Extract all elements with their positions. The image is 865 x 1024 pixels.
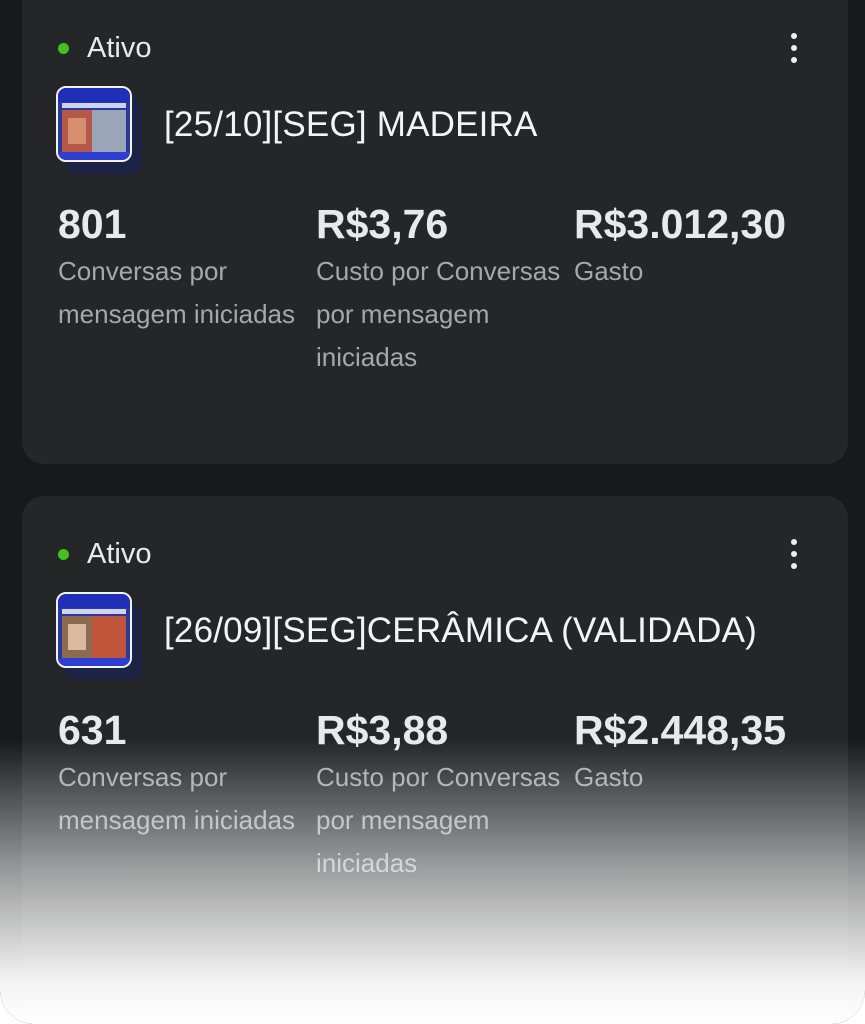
metric-value: 631 (58, 707, 127, 753)
metric-value: R$3,76 (316, 201, 449, 247)
metric-label: Gasto (574, 762, 644, 792)
metric-label: Custo por Conversas por mensagem iniciad… (316, 256, 561, 372)
status-dot-icon (58, 549, 69, 560)
campaign-header[interactable]: [25/10][SEG] MADEIRA (56, 86, 538, 174)
campaign-title: [25/10][SEG] MADEIRA (164, 105, 538, 144)
campaign-list-screen: Ativo [25/10][SEG] MADEIRA 801 Conversas… (0, 0, 865, 1024)
metric-value: 801 (58, 201, 127, 247)
metric-value: R$2.448,35 (574, 707, 787, 753)
status-dot-icon (58, 43, 69, 54)
metric-amount-spent: R$2.448,35 Gasto (574, 702, 832, 885)
metric-value: R$3.012,30 (574, 201, 787, 247)
metric-amount-spent: R$3.012,30 Gasto (574, 196, 832, 379)
metric-results: 631 Conversas por mensagem iniciadas (58, 702, 316, 885)
status-label: Ativo (87, 32, 152, 64)
metric-label: Custo por Conversas por mensagem iniciad… (316, 762, 561, 878)
campaign-card[interactable]: Ativo [25/10][SEG] MADEIRA 801 Conversas… (22, 0, 848, 464)
more-options-icon[interactable] (782, 28, 806, 68)
metric-cost-per-result: R$3,76 Custo por Conversas por mensagem … (316, 196, 574, 379)
campaign-card[interactable]: Ativo [26/09][SEG]CERÂMICA (VALIDADA) 63… (22, 496, 848, 1024)
metrics-row: 801 Conversas por mensagem iniciadas R$3… (58, 196, 838, 379)
status-indicator: Ativo (58, 32, 151, 65)
ad-thumbnail-icon (56, 592, 142, 680)
status-label: Ativo (87, 538, 152, 570)
metric-label: Gasto (574, 256, 644, 286)
campaign-title: [26/09][SEG]CERÂMICA (VALIDADA) (164, 611, 757, 650)
status-indicator: Ativo (58, 538, 151, 571)
campaign-header[interactable]: [26/09][SEG]CERÂMICA (VALIDADA) (56, 592, 757, 680)
metric-value: R$3,88 (316, 707, 449, 753)
metrics-row: 631 Conversas por mensagem iniciadas R$3… (58, 702, 838, 885)
more-options-icon[interactable] (782, 534, 806, 574)
metric-cost-per-result: R$3,88 Custo por Conversas por mensagem … (316, 702, 574, 885)
metric-label: Conversas por mensagem iniciadas (58, 762, 296, 835)
ad-thumbnail-icon (56, 86, 142, 174)
metric-label: Conversas por mensagem iniciadas (58, 256, 296, 329)
metric-results: 801 Conversas por mensagem iniciadas (58, 196, 316, 379)
